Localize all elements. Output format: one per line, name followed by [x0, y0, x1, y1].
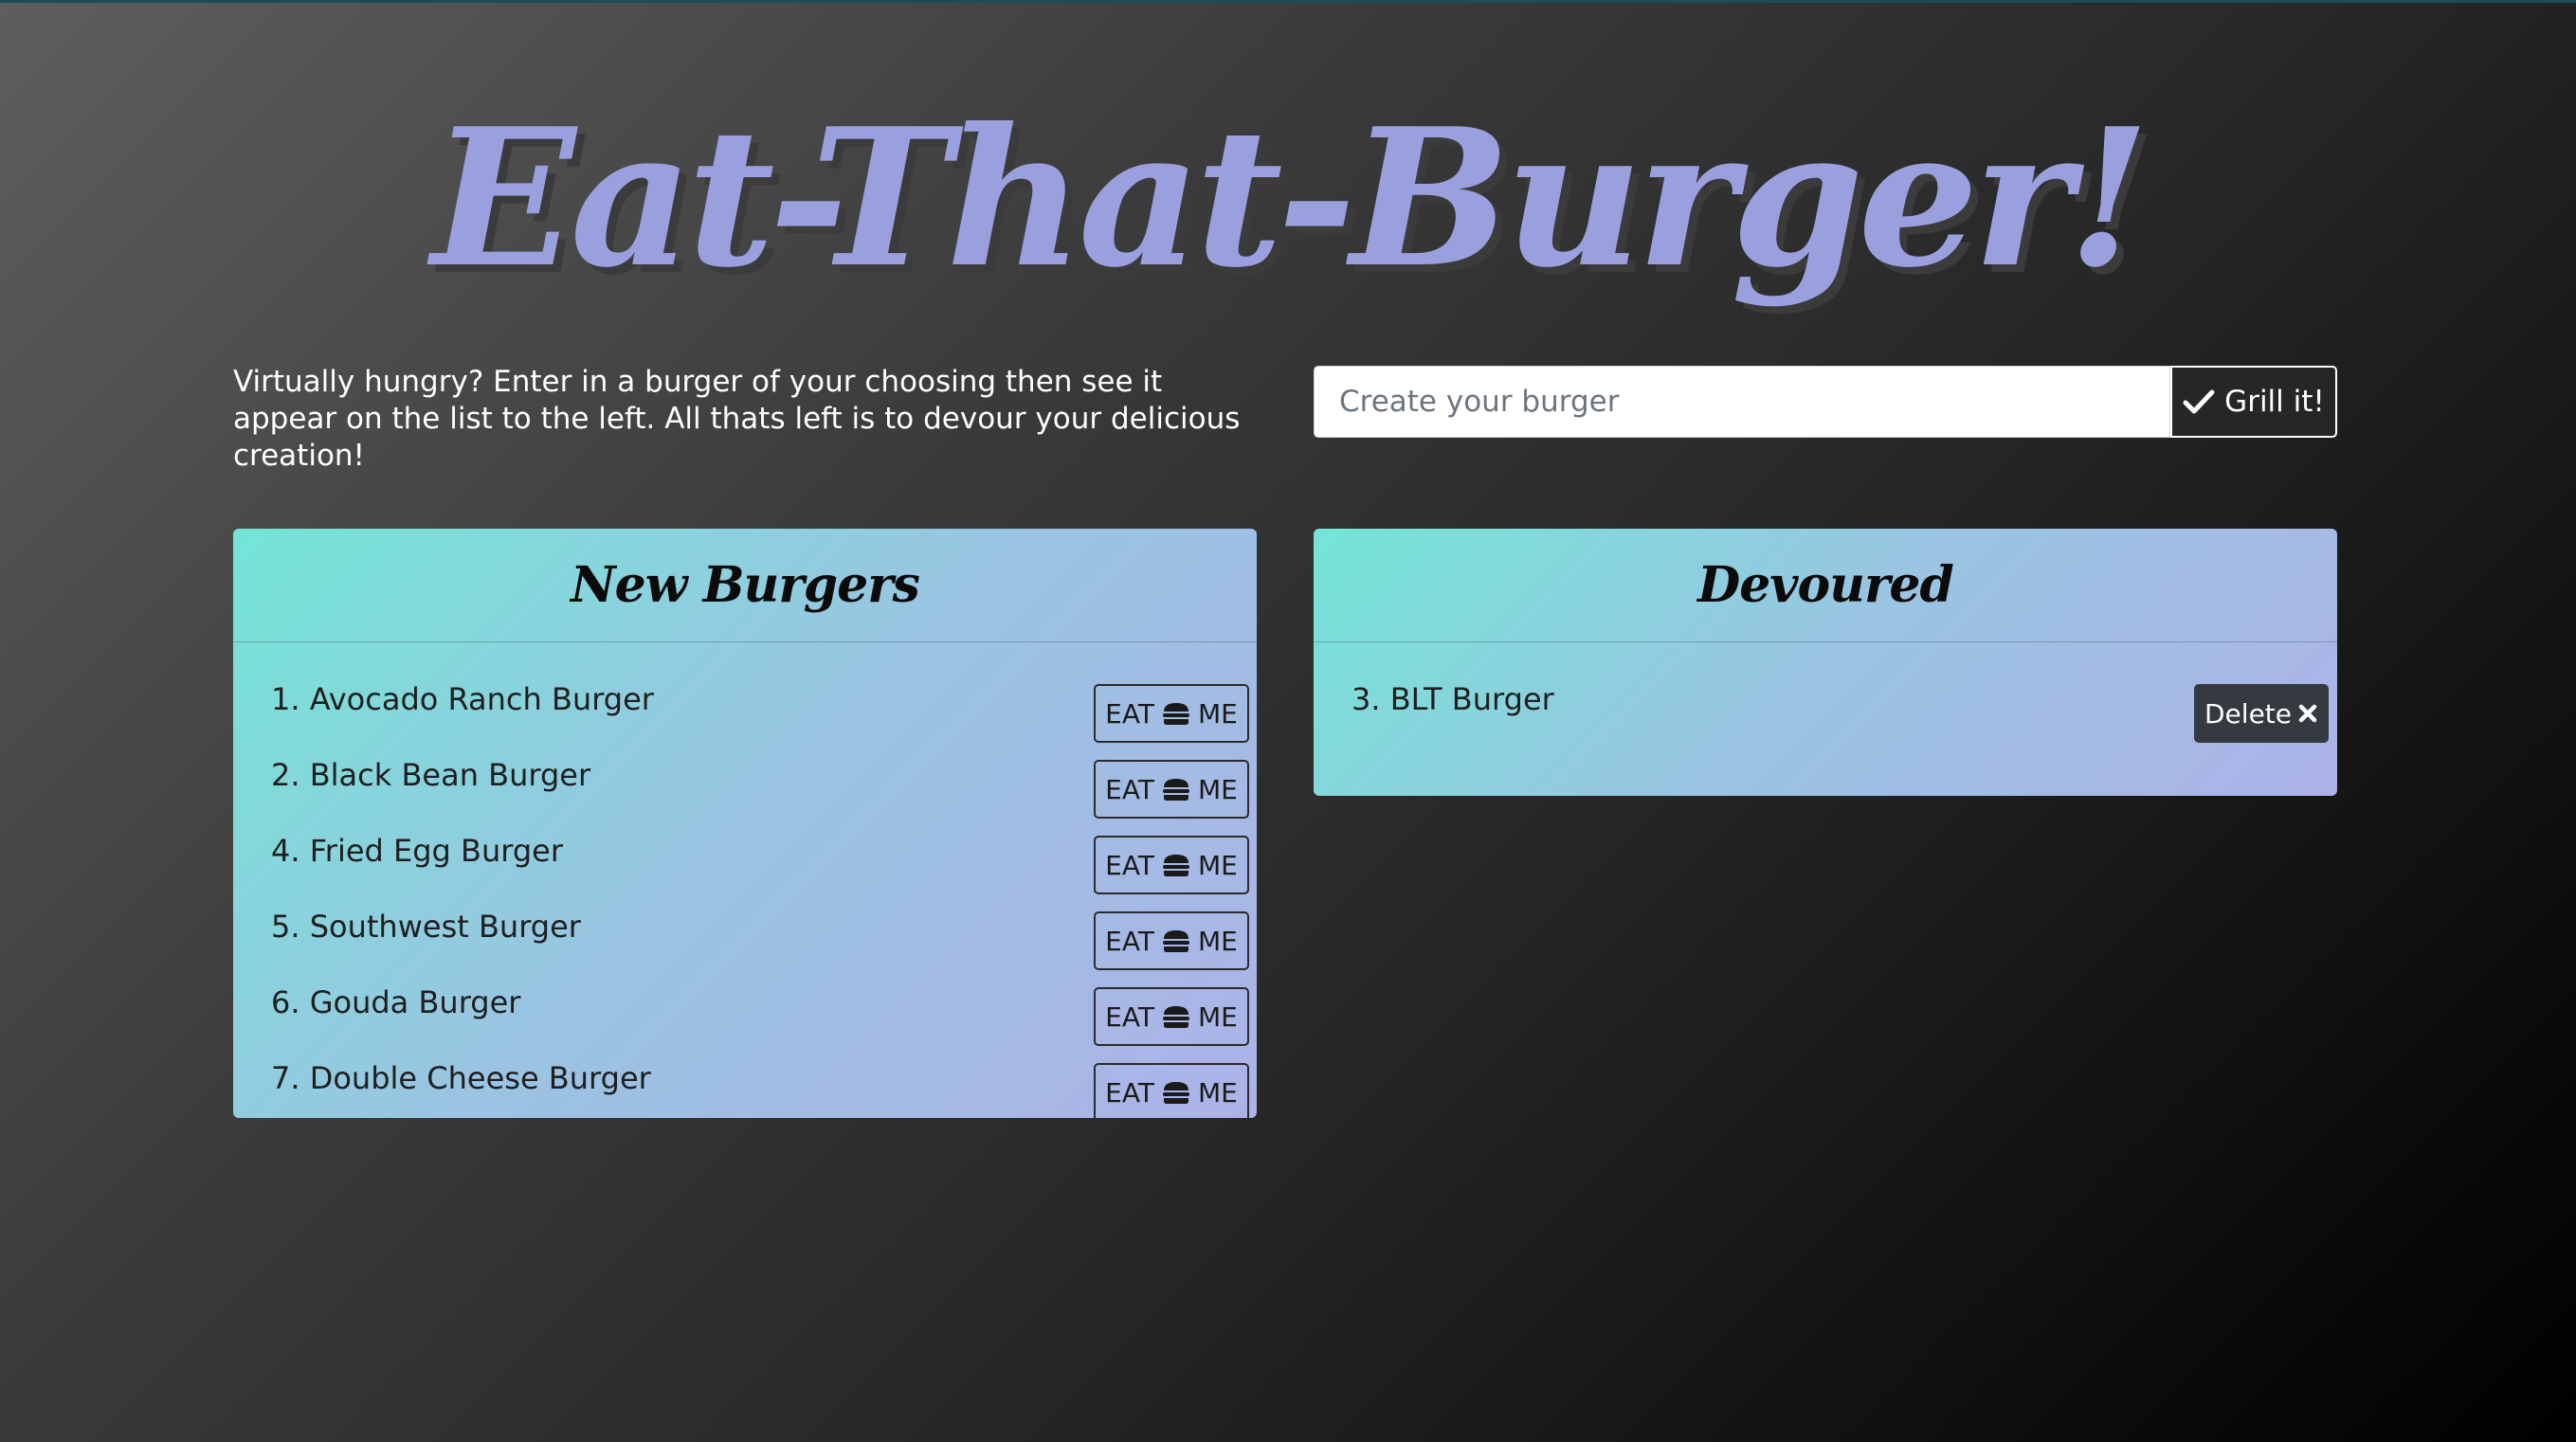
delete-label: Delete: [2204, 697, 2292, 730]
me-label: ME: [1197, 1000, 1238, 1033]
top-accent-line: [0, 0, 2576, 3]
burger-icon: [1162, 779, 1189, 801]
list-item: 5. Southwest Burger EAT ME: [271, 904, 1249, 980]
eat-label: EAT: [1105, 925, 1154, 957]
list-item: 6. Gouda Burger EAT ME: [271, 980, 1249, 1055]
eat-me-button[interactable]: EAT ME: [1094, 836, 1249, 894]
list-item: 2. Black Bean Burger EAT ME: [271, 752, 1249, 828]
new-burgers-heading: New Burgers: [233, 529, 1257, 642]
burger-icon: [1162, 703, 1189, 725]
eat-me-button[interactable]: EAT ME: [1094, 684, 1249, 743]
burger-name: 5. Southwest Burger: [271, 909, 581, 945]
me-label: ME: [1197, 925, 1238, 957]
me-label: ME: [1197, 773, 1238, 805]
list-item: 7. Double Cheese Burger EAT ME: [271, 1055, 1249, 1118]
eat-me-button[interactable]: EAT ME: [1094, 987, 1249, 1046]
eat-label: EAT: [1105, 1076, 1154, 1109]
eat-label: EAT: [1105, 849, 1154, 881]
burger-icon: [1162, 930, 1189, 952]
burger-icon: [1162, 1006, 1189, 1028]
me-label: ME: [1197, 1076, 1238, 1109]
burger-icon: [1162, 855, 1189, 876]
eat-label: EAT: [1105, 773, 1154, 805]
delete-button[interactable]: Delete: [2194, 684, 2329, 743]
intro-text: Virtually hungry? Enter in a burger of y…: [233, 365, 1241, 473]
devoured-heading: Devoured: [1314, 529, 2337, 642]
me-label: ME: [1197, 849, 1238, 881]
burger-name: 7. Double Cheese Burger: [271, 1060, 651, 1096]
eat-me-button[interactable]: EAT ME: [1094, 911, 1249, 970]
devoured-card: Devoured 3. BLT Burger Delete: [1314, 529, 2337, 796]
burger-name: 6. Gouda Burger: [271, 984, 521, 1020]
create-burger-form: Grill it!: [1314, 366, 2337, 438]
close-icon: [2298, 704, 2317, 723]
eat-me-button[interactable]: EAT ME: [1094, 1063, 1249, 1118]
eat-label: EAT: [1105, 1000, 1154, 1033]
burger-name: 4. Fried Egg Burger: [271, 833, 563, 869]
page-title: Eat-That-Burger!: [431, 87, 2150, 310]
eat-me-button[interactable]: EAT ME: [1094, 760, 1249, 819]
burger-name-input[interactable]: [1314, 366, 2170, 438]
burger-name: 1. Avocado Ranch Burger: [271, 681, 654, 717]
burger-name: 3. BLT Burger: [1351, 681, 1554, 717]
me-label: ME: [1197, 697, 1238, 730]
burger-name: 2. Black Bean Burger: [271, 757, 591, 793]
eat-label: EAT: [1105, 697, 1154, 730]
burger-icon: [1162, 1082, 1189, 1104]
list-item: 1. Avocado Ranch Burger EAT ME: [271, 676, 1249, 752]
new-burgers-card: New Burgers 1. Avocado Ranch Burger EAT ME…: [233, 529, 1257, 1118]
grill-it-label: Grill it!: [2224, 385, 2325, 419]
list-item: 4. Fried Egg Burger EAT ME: [271, 828, 1249, 904]
grill-it-button[interactable]: Grill it!: [2170, 366, 2337, 438]
check-icon: [2183, 389, 2215, 414]
list-item: 3. BLT Burger Delete: [1351, 676, 2329, 752]
